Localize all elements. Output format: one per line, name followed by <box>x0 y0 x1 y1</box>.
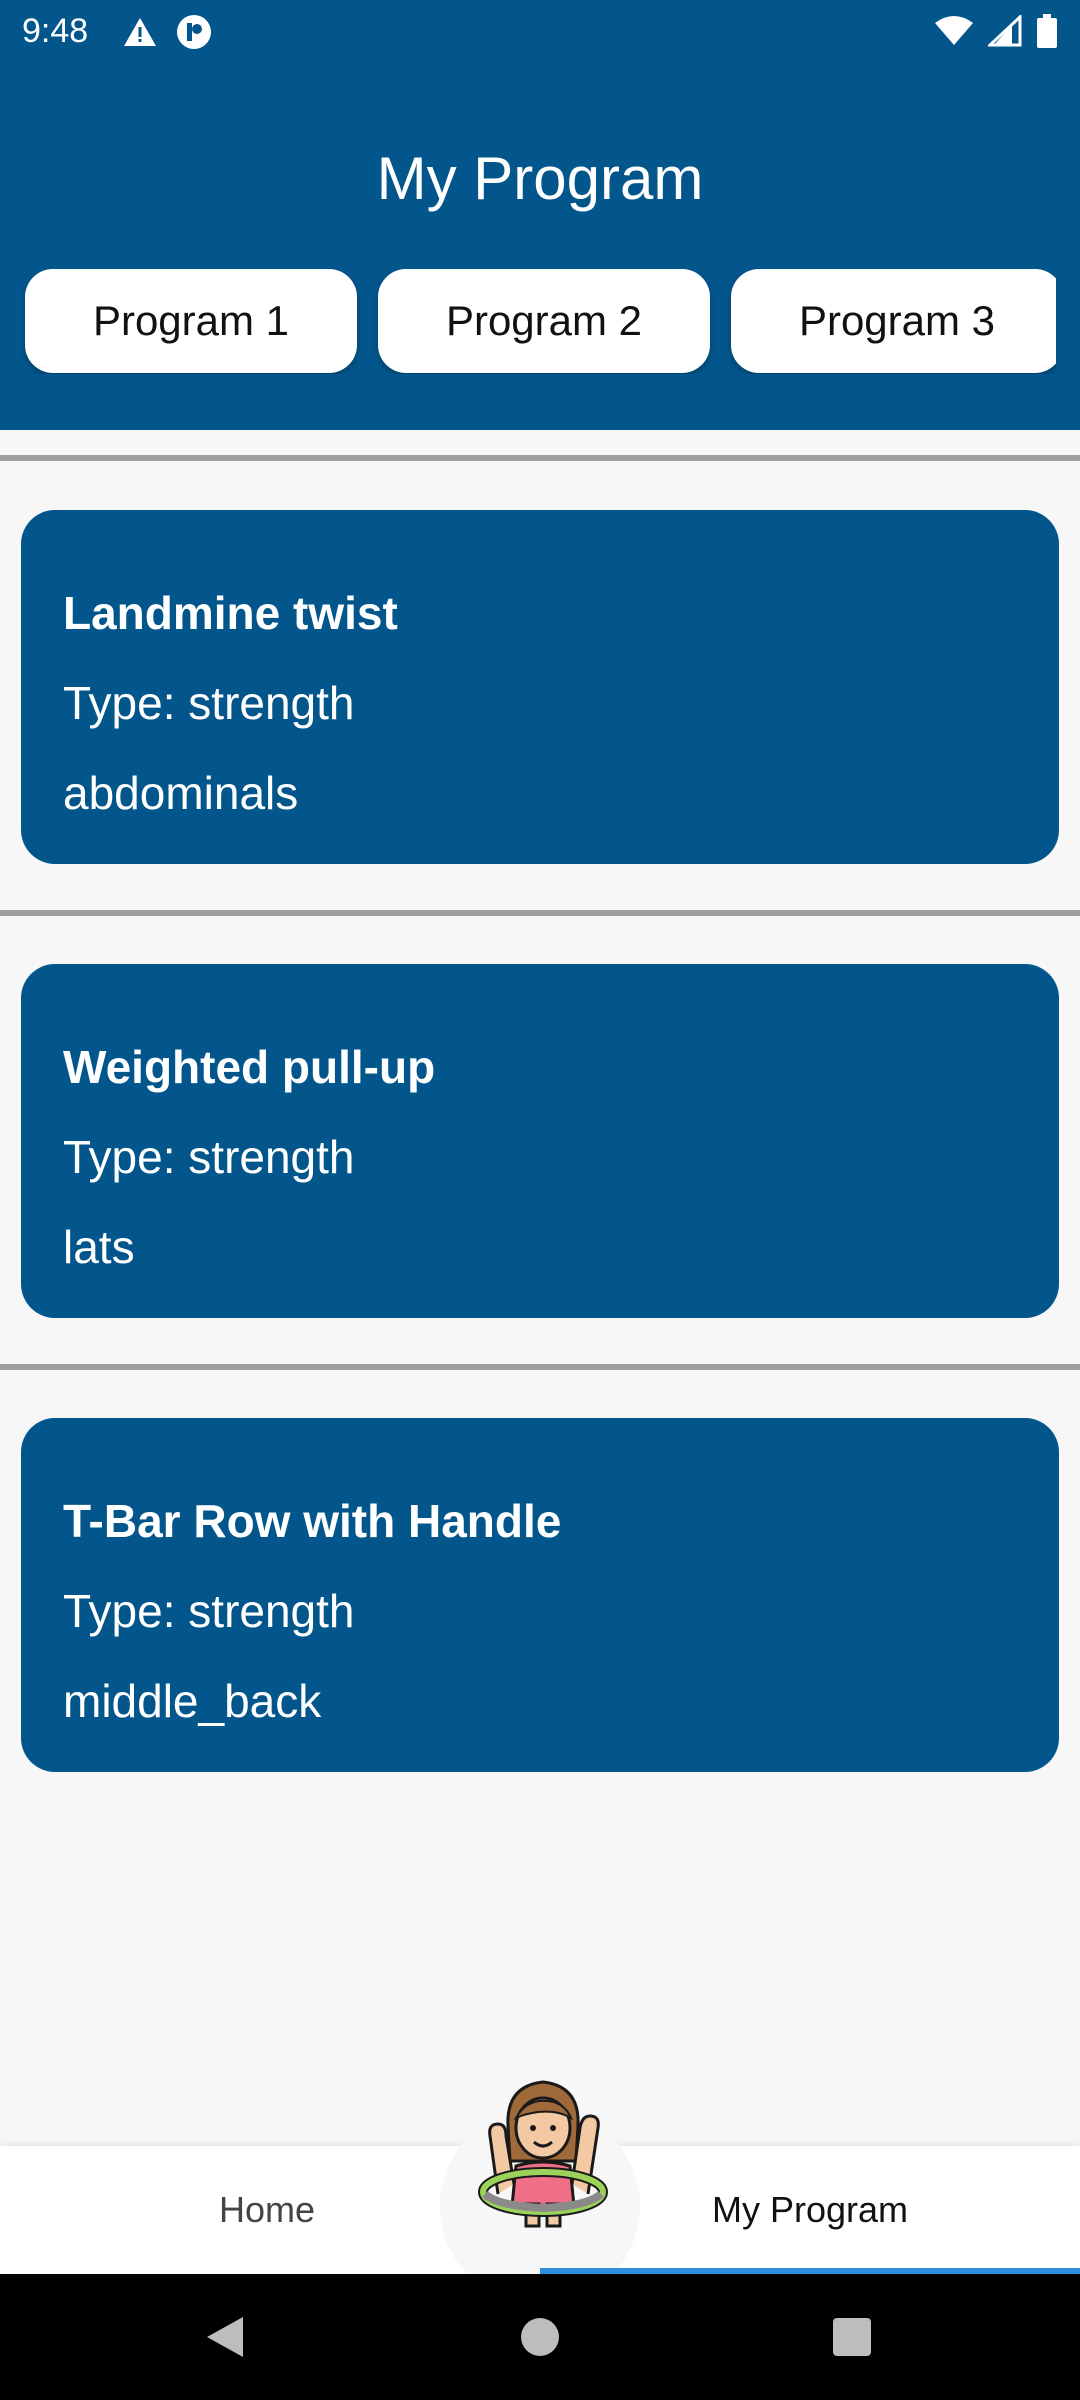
warning-icon <box>124 18 156 46</box>
page-title: My Program <box>376 145 704 212</box>
exercise-name: Weighted pull-up <box>63 1041 436 1093</box>
program-tab-3[interactable]: Program 3 <box>731 269 1056 373</box>
system-nav-bar <box>0 2274 1080 2400</box>
signal-icon <box>988 15 1022 47</box>
list-divider <box>0 455 1080 461</box>
exercise-type: Type: strength <box>63 677 355 729</box>
program-tab-1[interactable]: Program 1 <box>25 269 357 373</box>
recents-button[interactable] <box>792 2274 912 2400</box>
exercise-muscle: abdominals <box>63 767 299 819</box>
status-time: 9:48 <box>22 12 89 50</box>
status-bar: 9:48 <box>0 0 1080 64</box>
exercise-card[interactable]: T-Bar Row with Handle Type: strength mid… <box>21 1418 1059 1772</box>
nav-my-program-label: My Program <box>711 2189 909 2230</box>
app-header: My Program Program 1 Program 2 Program 3 <box>0 64 1080 430</box>
program-tab-2[interactable]: Program 2 <box>378 269 710 373</box>
home-button[interactable] <box>480 2274 600 2400</box>
status-right-icons <box>934 14 1058 48</box>
exercise-name: Landmine twist <box>63 587 398 639</box>
program-tab-bar: Program 1 Program 2 Program 3 <box>0 269 1056 374</box>
status-left-icons <box>122 14 212 50</box>
wifi-icon <box>935 16 973 45</box>
mascot-hula-hoop-icon[interactable] <box>458 2066 628 2236</box>
list-divider <box>0 910 1080 916</box>
battery-icon <box>1037 14 1057 48</box>
home-icon <box>521 2318 559 2356</box>
exercise-card[interactable]: Weighted pull-up Type: strength lats <box>21 964 1059 1318</box>
exercise-name: T-Bar Row with Handle <box>63 1495 562 1547</box>
exercise-type: Type: strength <box>63 1585 355 1637</box>
back-button[interactable] <box>165 2274 285 2400</box>
exercise-type: Type: strength <box>63 1131 355 1183</box>
list-divider <box>0 1364 1080 1370</box>
recents-icon <box>833 2318 871 2356</box>
exercise-card[interactable]: Landmine twist Type: strength abdominals <box>21 510 1059 864</box>
app-notification-icon <box>177 15 211 49</box>
nav-home-label: Home <box>218 2189 316 2230</box>
back-icon <box>207 2317 243 2357</box>
exercise-muscle: middle_back <box>63 1675 322 1727</box>
exercise-muscle: lats <box>63 1221 135 1273</box>
